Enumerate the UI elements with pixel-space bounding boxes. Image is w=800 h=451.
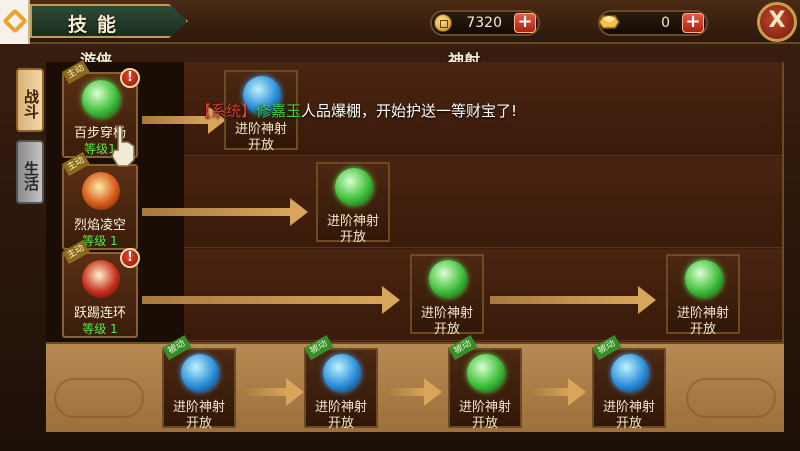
- passive-card[interactable]: 被动 进阶神射 开放: [304, 335, 378, 431]
- alert-icon: !: [120, 248, 140, 268]
- skill-level: 等级 1: [82, 322, 118, 336]
- add-copper-button[interactable]: +: [514, 13, 536, 33]
- open-label: 开放: [185, 416, 212, 431]
- open-label: 开放: [327, 416, 354, 431]
- tab-life[interactable]: 生活: [16, 140, 44, 204]
- open-label: 开放: [247, 138, 274, 153]
- arrow-icon: [386, 378, 442, 406]
- player-name: 修嘉玉: [256, 102, 302, 120]
- top-bar: 技能 7320 + 0 + X: [0, 0, 800, 44]
- logo-icon: [2, 8, 28, 34]
- passive-card[interactable]: 被动 进阶神射 开放: [592, 335, 666, 431]
- arrow-icon: [142, 198, 308, 226]
- title-plate: 技能: [30, 4, 188, 38]
- skill-card-yueti[interactable]: 主动 跃踢连环 等级 1 !: [62, 240, 140, 338]
- open-label: 开放: [615, 416, 642, 431]
- passive-skill-icon: [181, 354, 219, 392]
- passive-card[interactable]: 被动 进阶神射 开放: [448, 335, 522, 431]
- passive-skill-icon: [611, 354, 649, 392]
- app-logo: [0, 0, 30, 44]
- passive-card[interactable]: 被动 进阶神射 开放: [162, 335, 236, 431]
- copper-value: 7320: [466, 15, 502, 31]
- advanced-skill-icon: [429, 260, 467, 298]
- skill-row-2: [184, 157, 782, 248]
- copper-coin-icon: [434, 14, 452, 32]
- add-gold-button[interactable]: +: [682, 13, 704, 33]
- passive-skill-icon: [467, 354, 505, 392]
- skill-name: 跃踢连环: [73, 306, 126, 321]
- arrow-icon: [242, 378, 304, 406]
- copper-currency: 7320 +: [430, 10, 540, 36]
- advanced-card[interactable]: 进阶神射 开放: [316, 162, 390, 245]
- page-title: 技能: [68, 14, 127, 36]
- alert-icon: !: [120, 68, 140, 88]
- system-tag: 【系统】: [196, 102, 257, 120]
- arrow-icon: [530, 378, 586, 406]
- arrow-icon: [142, 286, 400, 314]
- hand-pointer-icon: [111, 125, 135, 167]
- open-label: 开放: [433, 322, 460, 337]
- skill-yueti-icon: [82, 260, 120, 298]
- open-label: 开放: [339, 230, 366, 245]
- skill-card-lieyan[interactable]: 主动 烈焰凌空 等级 1: [62, 152, 138, 250]
- advanced-skill-icon: [685, 260, 723, 298]
- close-button[interactable]: X: [757, 2, 797, 42]
- gold-currency: 0 +: [598, 10, 708, 36]
- skill-lieyan-icon: [82, 172, 120, 210]
- passive-skill-icon: [323, 354, 361, 392]
- advanced-skill-icon: [335, 168, 373, 206]
- advanced-card[interactable]: 进阶神射 开放: [410, 254, 484, 337]
- skill-name: 烈焰凌空: [73, 218, 126, 233]
- gold-ingot-icon: [598, 15, 620, 29]
- open-label: 开放: [689, 322, 716, 337]
- open-label: 开放: [471, 416, 498, 431]
- system-announcement: 【系统】修嘉玉人品爆棚，开始护送一等财宝了!: [196, 100, 517, 121]
- gold-value: 0: [661, 15, 670, 31]
- tab-combat[interactable]: 战斗: [16, 68, 44, 132]
- announcement-text: 人品爆棚，开始护送一等财宝了!: [301, 102, 518, 120]
- passive-row: [46, 342, 784, 432]
- arrow-icon: [490, 286, 656, 314]
- skill-screen: 技能 7320 + 0 + X 游侠 神射 战斗 生活 主动 百步穿杨 等级1 …: [0, 0, 800, 451]
- cloud-ornament: [54, 378, 144, 418]
- advanced-card[interactable]: 进阶神射 开放: [666, 254, 740, 337]
- skill-baibu-icon: [82, 80, 120, 118]
- cloud-ornament: [686, 378, 776, 418]
